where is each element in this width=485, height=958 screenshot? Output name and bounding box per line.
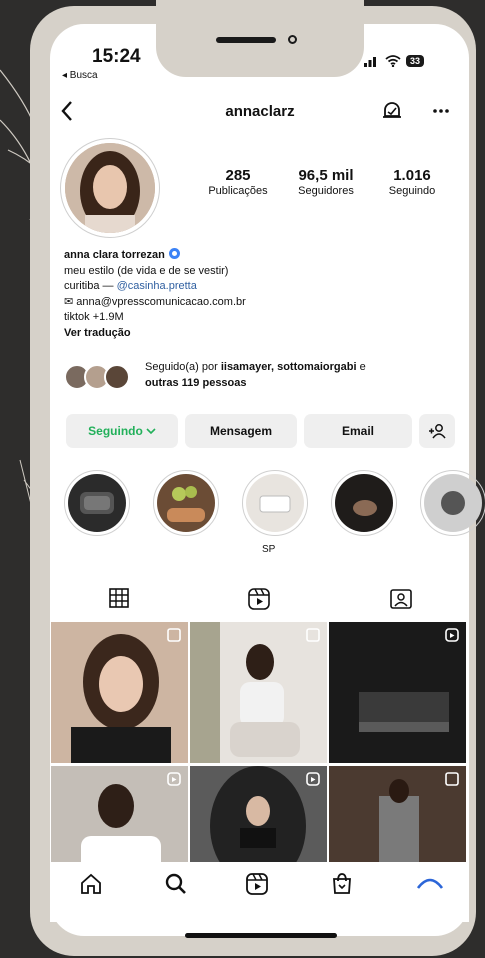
followers-count: 96,5 mil <box>298 167 354 184</box>
profile-username: annaclarz <box>225 103 295 120</box>
highlight-item[interactable] <box>64 470 130 536</box>
multiple-photos-icon <box>306 628 320 642</box>
message-button[interactable]: Mensagem <box>185 414 297 448</box>
profile-bio: anna clara torrezan meu estilo (de vida … <box>64 248 454 342</box>
reel-icon <box>167 772 181 786</box>
shop-icon[interactable] <box>330 872 354 896</box>
email-label: Email <box>341 424 374 438</box>
following-count: 1.016 <box>393 167 431 184</box>
bio-mention-link[interactable]: @casinha.pretta <box>117 280 197 292</box>
highlight-cover <box>157 474 215 532</box>
highlight-cover <box>424 474 482 532</box>
stat-followers[interactable]: 96,5 mil Seguidores <box>286 167 366 197</box>
camera-icon <box>288 35 297 44</box>
post-thumbnail[interactable] <box>329 622 466 763</box>
posts-count: 285 <box>225 167 251 184</box>
following-label: Seguindo <box>388 185 436 197</box>
mutual-avatar <box>104 364 130 390</box>
search-icon[interactable] <box>164 872 188 896</box>
status-icons: 33 <box>364 55 425 67</box>
avatar-photo <box>65 143 155 233</box>
status-time: 15:24 <box>92 46 141 67</box>
highlight-item[interactable] <box>153 470 219 536</box>
highlight-cover <box>335 474 393 532</box>
battery-indicator: 33 <box>406 55 425 67</box>
followed-by-others: outras 119 pessoas <box>145 376 247 389</box>
highlight-label: SP <box>262 544 276 555</box>
highlight-cover <box>246 474 304 532</box>
profile-nav-icon[interactable] <box>416 872 444 892</box>
back-to-app[interactable]: ◂ Busca <box>62 70 98 81</box>
reels-tab-icon[interactable] <box>248 588 270 610</box>
post-thumbnail[interactable] <box>190 622 327 763</box>
highlight-item[interactable] <box>331 470 397 536</box>
profile-name: anna clara torrezan <box>64 249 165 261</box>
see-translation-link[interactable]: Ver tradução <box>64 326 454 342</box>
followed-by-text[interactable]: Seguido(a) por iisamayer, sottomaiorgabi… <box>145 360 445 391</box>
home-icon[interactable] <box>79 872 103 896</box>
add-person-icon <box>429 424 446 439</box>
followed-by-joiner: e <box>356 361 366 373</box>
reel-icon <box>445 628 459 642</box>
following-button[interactable]: Seguindo <box>66 414 178 448</box>
wifi-icon <box>385 55 401 67</box>
email-button[interactable]: Email <box>304 414 412 448</box>
bio-email: ✉ anna@vpresscomunicacao.com.br <box>64 295 246 308</box>
stat-posts[interactable]: 285 Publicações <box>198 167 278 197</box>
highlight-cover <box>68 474 126 532</box>
post-thumbnail[interactable] <box>51 622 188 763</box>
message-label: Mensagem <box>209 424 273 438</box>
following-label: Seguindo <box>88 424 143 438</box>
followed-by-prefix: Seguido(a) por <box>145 361 221 373</box>
chevron-down-icon <box>146 428 156 435</box>
multiple-photos-icon <box>167 628 181 642</box>
reel-icon <box>306 772 320 786</box>
mutual-followers-avatars[interactable] <box>64 360 144 390</box>
notification-bell-icon[interactable] <box>381 100 403 122</box>
signal-icon <box>364 57 376 67</box>
speaker-icon <box>216 37 276 43</box>
more-options-icon[interactable] <box>432 108 450 114</box>
highlight-item[interactable] <box>242 470 308 536</box>
highlight-item[interactable] <box>420 470 485 536</box>
bio-city: curitiba — <box>64 280 117 293</box>
reels-nav-icon[interactable] <box>245 872 269 896</box>
followers-label: Seguidores <box>298 185 354 197</box>
followed-by-names: iisamayer, sottomaiorgabi <box>220 361 357 373</box>
bio-tiktok: tiktok +1.9M <box>64 311 124 324</box>
back-arrow-icon[interactable] <box>60 100 74 122</box>
multiple-photos-icon <box>445 772 459 786</box>
grid-tab-icon[interactable] <box>109 588 129 608</box>
avatar[interactable] <box>65 143 155 233</box>
add-user-button[interactable] <box>419 414 455 448</box>
tagged-tab-icon[interactable] <box>390 588 412 610</box>
stat-following[interactable]: 1.016 Seguindo <box>372 167 452 197</box>
verified-badge-icon <box>168 248 180 259</box>
bio-line: meu estilo (de vida e de se vestir) <box>64 264 229 277</box>
posts-label: Publicações <box>208 185 268 197</box>
home-indicator <box>185 933 337 938</box>
